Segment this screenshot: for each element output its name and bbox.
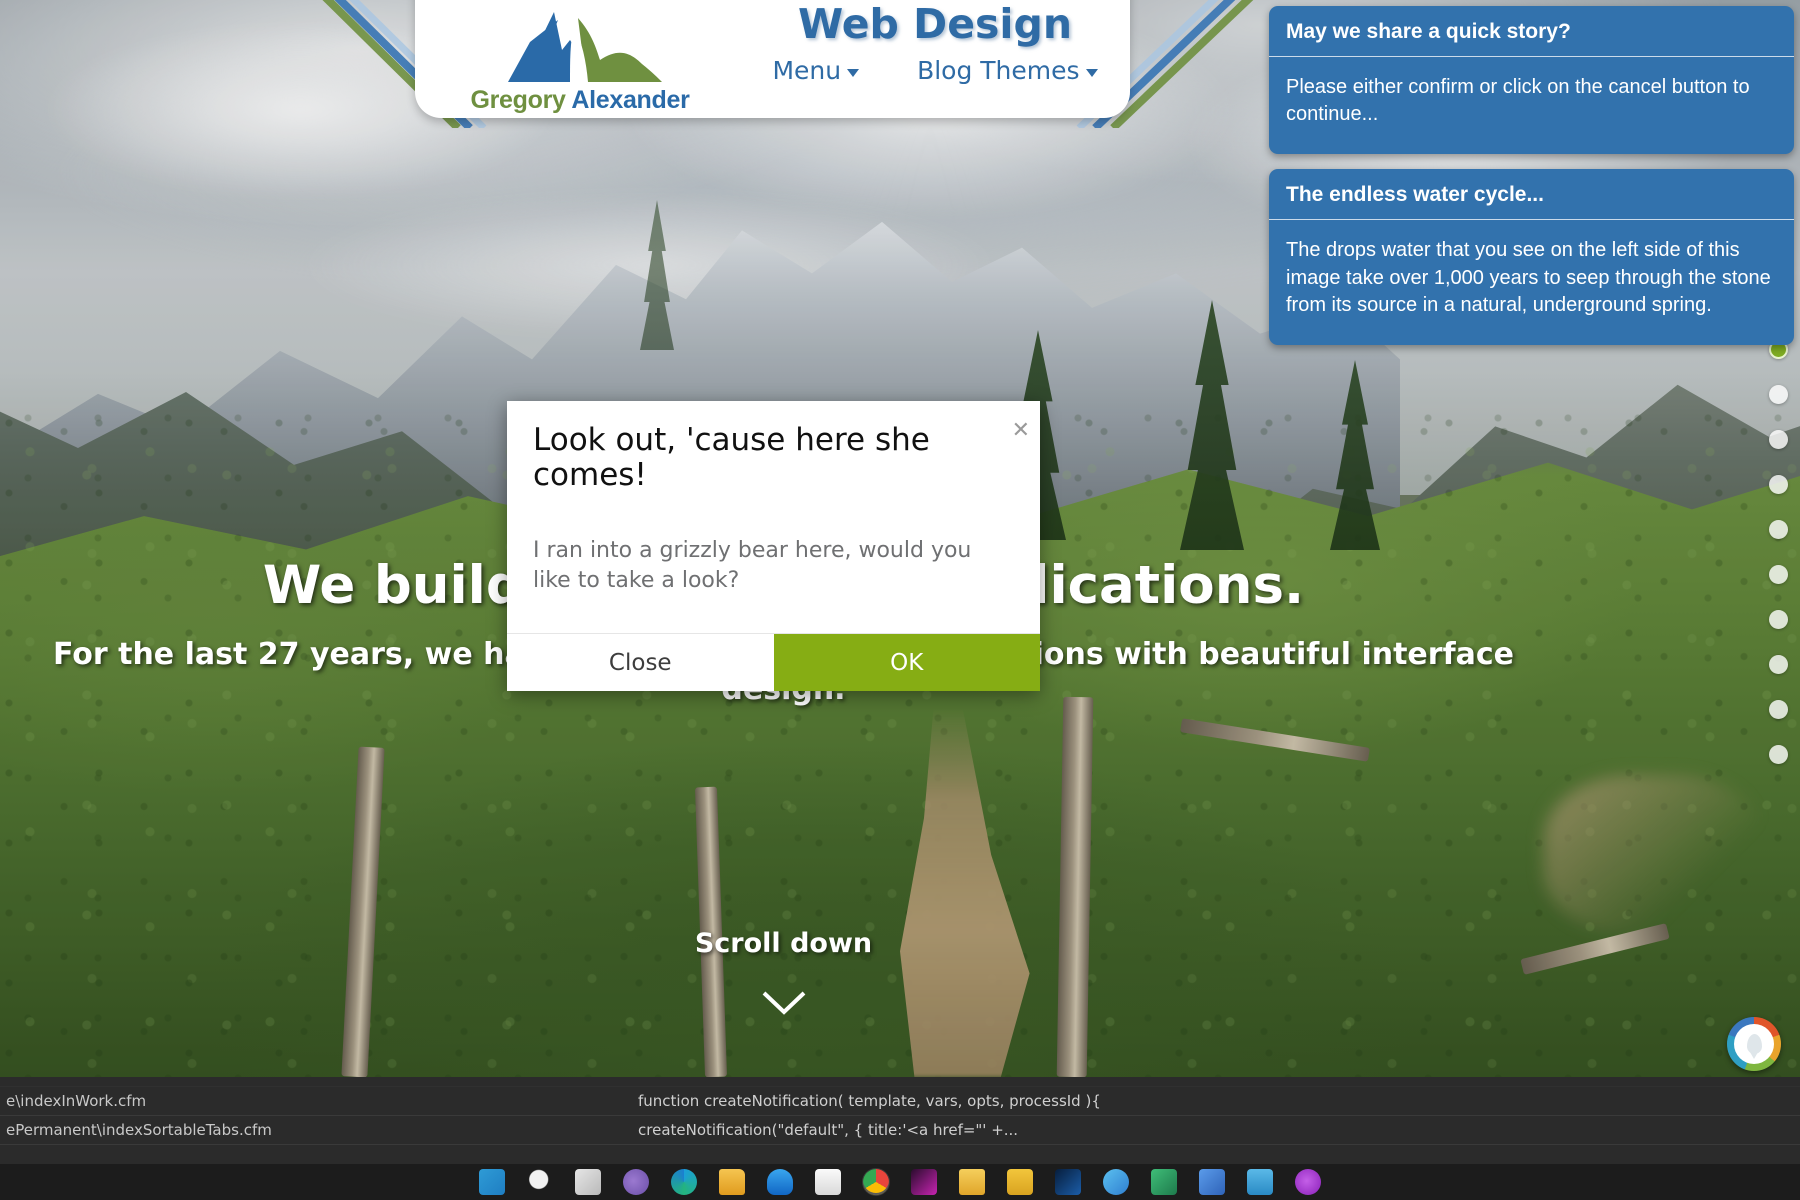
photoshop-icon[interactable] — [1055, 1169, 1081, 1195]
editor-row-1-file: e\indexInWork.cfm — [6, 1092, 147, 1110]
editor-row-1[interactable]: e\indexInWork.cfm function createNotific… — [0, 1087, 1800, 1116]
slide-dot-2[interactable] — [1769, 385, 1788, 404]
chevron-down-icon — [1085, 68, 1098, 77]
notification-2-body: The drops water that you see on the left… — [1286, 239, 1771, 316]
close-icon[interactable]: ✕ — [1012, 419, 1030, 441]
dialog-title: Look out, 'cause here she comes! — [533, 422, 930, 493]
notes-icon[interactable] — [1007, 1169, 1033, 1195]
microsoft-store-icon[interactable] — [815, 1169, 841, 1195]
mail-icon[interactable] — [1103, 1169, 1129, 1195]
site-logo[interactable]: Gregory Alexander — [460, 8, 700, 120]
slide-dot-7[interactable] — [1769, 610, 1788, 629]
nav-item-menu-label: Menu — [772, 56, 842, 85]
calendar-icon[interactable] — [1247, 1169, 1273, 1195]
notification-1-body: Please either confirm or click on the ca… — [1286, 76, 1750, 126]
slide-dot-navigation[interactable] — [1769, 340, 1788, 790]
scroll-down-chevron-down-icon[interactable] — [0, 990, 1567, 1021]
notification-card-2[interactable]: The endless water cycle... The drops wat… — [1269, 169, 1794, 345]
windows-taskbar — [0, 1164, 1800, 1200]
logo-wordmark-first: Gregory — [470, 86, 572, 114]
chevron-down-icon — [847, 68, 860, 77]
logo-wordmark: Gregory Alexander — [460, 86, 700, 115]
page-root: We build custom web applications. For th… — [0, 0, 1800, 1200]
editor-row-2-file: ePermanent\indexSortableTabs.cfm — [6, 1121, 272, 1139]
slide-dot-10[interactable] — [1769, 745, 1788, 764]
nav-item-blog-themes[interactable]: Blog Themes — [917, 56, 1098, 85]
dialog-header: Look out, 'cause here she comes! ✕ — [507, 401, 1040, 493]
code-editor-strip[interactable]: e\indexInWork.cfm function createNotific… — [0, 1077, 1800, 1164]
dialog-message: I ran into a grizzly bear here, would yo… — [533, 538, 972, 593]
notification-stack: May we share a quick story? Please eithe… — [1269, 6, 1794, 360]
onedrive-icon[interactable] — [767, 1169, 793, 1195]
editor-row-partial — [0, 1077, 1800, 1087]
mountain-logo-icon — [500, 8, 670, 84]
site-seal-badge-icon[interactable] — [1727, 1017, 1781, 1071]
page-title: Web Design — [797, 0, 1073, 48]
teams-icon[interactable] — [1199, 1169, 1225, 1195]
slide-dot-4[interactable] — [1769, 475, 1788, 494]
chrome-browser-icon[interactable] — [863, 1169, 889, 1195]
task-view-icon[interactable] — [575, 1169, 601, 1195]
ok-button[interactable]: OK — [773, 634, 1040, 691]
editor-row-2-code: createNotification("default", { title:'<… — [638, 1121, 1019, 1139]
close-button[interactable]: Close — [507, 634, 774, 691]
editor-row-1-code: function createNotification( template, v… — [638, 1092, 1101, 1110]
notification-1-title: May we share a quick story? — [1269, 6, 1794, 57]
nav-item-menu[interactable]: Menu — [772, 56, 860, 85]
nav-item-blog-themes-label: Blog Themes — [917, 56, 1080, 85]
chat-icon[interactable] — [1295, 1169, 1321, 1195]
location-pin-icon — [1746, 1034, 1762, 1054]
slide-dot-6[interactable] — [1769, 565, 1788, 584]
edge-browser-icon[interactable] — [671, 1169, 697, 1195]
scroll-down-label[interactable]: Scroll down — [0, 928, 1567, 959]
excel-icon[interactable] — [1151, 1169, 1177, 1195]
file-explorer-icon[interactable] — [719, 1169, 745, 1195]
notification-2-title: The endless water cycle... — [1269, 169, 1794, 221]
logo-wordmark-last: Alexander — [571, 86, 690, 114]
seal-inner — [1734, 1024, 1774, 1064]
search-icon[interactable] — [527, 1169, 553, 1195]
dreamweaver-icon[interactable] — [911, 1169, 937, 1195]
slide-dot-5[interactable] — [1769, 520, 1788, 539]
slide-dot-9[interactable] — [1769, 700, 1788, 719]
slide-dot-3[interactable] — [1769, 430, 1788, 449]
dialog-footer: Close OK — [507, 633, 1040, 691]
start-windows-icon[interactable] — [479, 1169, 505, 1195]
notification-card-1[interactable]: May we share a quick story? Please eithe… — [1269, 6, 1794, 155]
slide-dot-8[interactable] — [1769, 655, 1788, 674]
editor-row-2[interactable]: ePermanent\indexSortableTabs.cfm createN… — [0, 1116, 1800, 1145]
cortana-icon[interactable] — [623, 1169, 649, 1195]
main-navigation: Menu Blog Themes — [740, 56, 1130, 85]
confirm-dialog: Look out, 'cause here she comes! ✕ I ran… — [507, 401, 1040, 691]
folder-icon[interactable] — [959, 1169, 985, 1195]
